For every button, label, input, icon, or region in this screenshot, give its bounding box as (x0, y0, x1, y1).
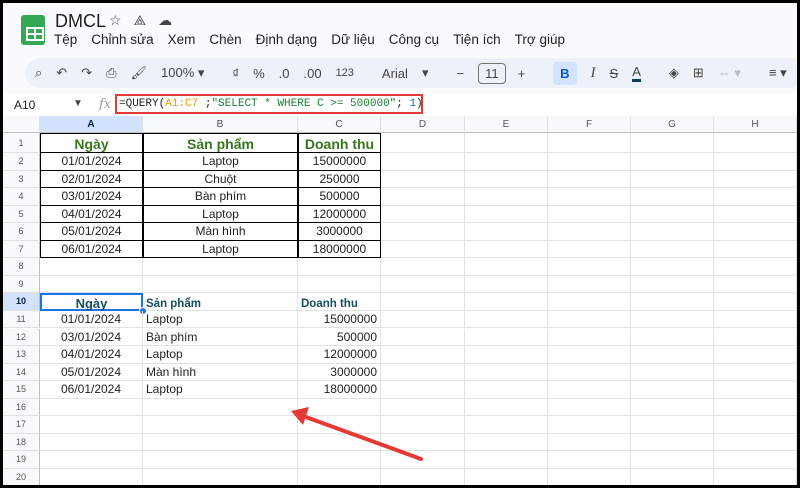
sheets-window: DMCL ☆ ⟁ ☁ Tệp Chỉnh sửa Xem Chèn Định dạng D… (3, 3, 797, 485)
arrow-shaft (301, 414, 423, 461)
annotation-arrow (291, 407, 423, 461)
